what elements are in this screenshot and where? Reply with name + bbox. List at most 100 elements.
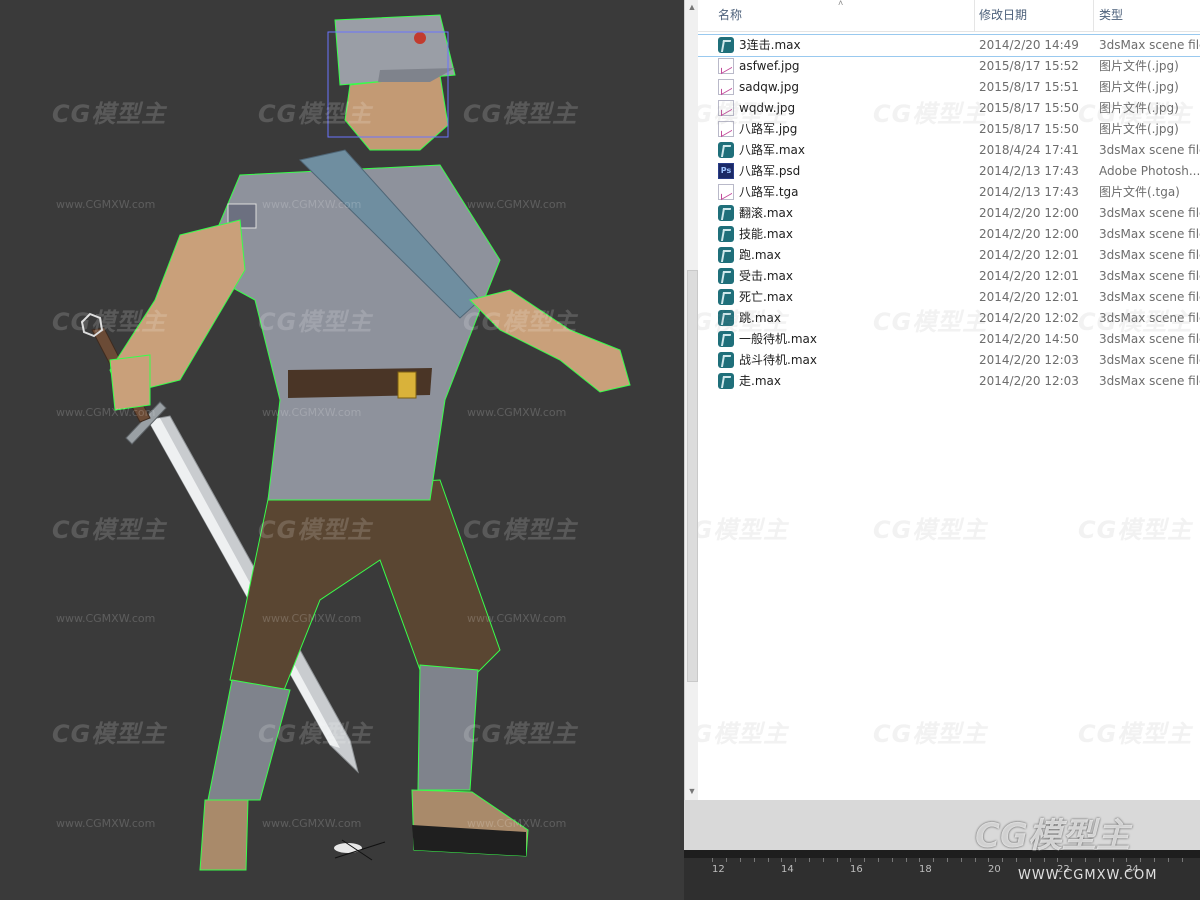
watermark-logo: CG模型主 — [258, 516, 373, 544]
file-type: 3dsMax scene file — [1099, 248, 1200, 262]
timeline-tick — [961, 858, 962, 862]
file-row[interactable]: 八路军.tga 2014/2/13 17:43 图片文件(.tga) — [698, 182, 1200, 203]
max-file-icon — [718, 247, 734, 263]
watermark-url: www.CGMXW.com — [262, 406, 362, 419]
boots — [199, 789, 529, 871]
file-row[interactable]: 3连击.max 2014/2/20 14:49 3dsMax scene file — [698, 34, 1200, 57]
watermark-logo: CG模型主 — [52, 100, 167, 128]
watermark-logo: CG模型主 — [1078, 308, 1193, 336]
watermark-logo: CG模型主 — [258, 720, 373, 748]
timeline-tick — [795, 858, 796, 862]
file-list-pane: ˄ 名称 修改日期 类型 3连击.max 2014/2/20 14:49 3dsMa… — [698, 0, 1200, 800]
file-type: 3dsMax scene file — [1099, 374, 1200, 388]
file-row[interactable]: 八路军.max 2018/4/24 17:41 3dsMax scene file — [698, 140, 1200, 161]
file-row[interactable]: asfwef.jpg 2015/8/17 15:52 图片文件(.jpg) — [698, 56, 1200, 77]
image-file-icon — [718, 184, 734, 200]
file-row[interactable]: 跑.max 2014/2/20 12:01 3dsMax scene file — [698, 245, 1200, 266]
file-date-modified: 2015/8/17 15:50 — [979, 101, 1079, 115]
max-file-icon — [718, 268, 734, 284]
timeline-tick — [1168, 858, 1169, 862]
column-name[interactable]: 名称 — [718, 0, 742, 31]
file-name: 八路军.max — [739, 143, 805, 157]
timeline-tick — [809, 858, 810, 862]
file-date-modified: 2014/2/20 12:03 — [979, 353, 1079, 367]
file-row[interactable]: 翻滚.max 2014/2/20 12:00 3dsMax scene file — [698, 203, 1200, 224]
soldier-model — [80, 14, 631, 871]
file-name: 八路军.tga — [739, 185, 799, 199]
column-header: ˄ 名称 修改日期 类型 — [698, 0, 1200, 32]
watermark-logo: CG模型主 — [52, 720, 167, 748]
file-type: 3dsMax scene file — [1099, 143, 1200, 157]
timeline-tick — [1099, 858, 1100, 862]
watermark-logo: CG模型主 — [463, 516, 578, 544]
file-date-modified: 2014/2/13 17:43 — [979, 185, 1079, 199]
file-date-modified: 2015/8/17 15:51 — [979, 80, 1079, 94]
file-row[interactable]: 走.max 2014/2/20 12:03 3dsMax scene file — [698, 371, 1200, 392]
watermark-logo: CG模型主 — [463, 308, 578, 336]
timeline-tick-label: 16 — [850, 864, 863, 875]
watermark-logo: CG模型主 — [873, 308, 988, 336]
watermark-url: www.CGMXW.com — [467, 817, 567, 830]
file-date-modified: 2018/4/24 17:41 — [979, 143, 1079, 157]
timeline-tick — [1140, 858, 1141, 862]
watermark-logo: CG模型主 — [1078, 516, 1193, 544]
timeline-tick — [1126, 858, 1127, 862]
watermark-url: www.CGMXW.com — [262, 612, 362, 625]
file-name: 翻滚.max — [739, 206, 793, 220]
file-row[interactable]: 战斗待机.max 2014/2/20 12:03 3dsMax scene file — [698, 350, 1200, 371]
watermark-url: www.CGMXW.com — [56, 406, 156, 419]
watermark-logo: CG模型主 — [52, 308, 167, 336]
watermark-logo: CG模型主 — [258, 308, 373, 336]
3d-viewport[interactable]: CG模型主 CG模型主 CG模型主 www.CGMXW.com www.CGMX… — [0, 0, 684, 900]
file-type: 3dsMax scene file — [1099, 353, 1200, 367]
watermark-logo: CG模型主 — [873, 720, 988, 748]
file-row[interactable]: 技能.max 2014/2/20 12:00 3dsMax scene file — [698, 224, 1200, 245]
timeline-tick — [712, 858, 713, 862]
file-row[interactable]: 受击.max 2014/2/20 12:01 3dsMax scene file — [698, 266, 1200, 287]
watermark-logo: CG模型主 — [873, 100, 988, 128]
file-name: 战斗待机.max — [739, 353, 817, 367]
file-date-modified: 2014/2/20 12:01 — [979, 269, 1079, 283]
file-name: 八路军.psd — [739, 164, 801, 178]
watermark-url: www.CGMXW.com — [467, 406, 567, 419]
timeline-tick — [1154, 858, 1155, 862]
max-file-icon — [718, 352, 734, 368]
file-row[interactable]: Ps 八路军.psd 2014/2/13 17:43 Adobe Photosh... — [698, 161, 1200, 182]
timeline-tick — [1030, 858, 1031, 862]
watermark-logo: CG模型主 — [873, 516, 988, 544]
file-rows: 3连击.max 2014/2/20 14:49 3dsMax scene file a… — [698, 34, 1200, 392]
watermark-logo: CG模型主 — [258, 100, 373, 128]
column-date-modified[interactable]: 修改日期 — [979, 0, 1027, 31]
timeline-tick — [1071, 858, 1072, 862]
file-type: 3dsMax scene file — [1099, 206, 1200, 220]
file-date-modified: 2014/2/20 12:01 — [979, 248, 1079, 262]
file-date-modified: 2014/2/20 14:49 — [979, 38, 1079, 52]
max-file-icon — [718, 37, 734, 53]
column-type[interactable]: 类型 — [1099, 0, 1123, 31]
timeline-tick — [947, 858, 948, 862]
file-date-modified: 2014/2/13 17:43 — [979, 164, 1079, 178]
file-name: 技能.max — [739, 227, 793, 241]
watermark-logo: CG模型主 — [52, 516, 167, 544]
watermark-logo: CG模型主 — [698, 100, 789, 128]
scrollbar-thumb[interactable] — [687, 270, 698, 682]
timeline-tick — [1057, 858, 1058, 862]
file-date-modified: 2014/2/20 12:02 — [979, 311, 1079, 325]
timeline-tick — [878, 858, 879, 862]
timeline-tick — [726, 858, 727, 862]
pivot-gizmo-icon — [334, 839, 386, 861]
file-name: 走.max — [739, 374, 781, 388]
file-type: 图片文件(.tga) — [1099, 185, 1180, 199]
timeline-tick — [754, 858, 755, 862]
timeline-tick — [933, 858, 934, 862]
timeline-tick-label: 14 — [781, 864, 794, 875]
watermark-logo: CG模型主 — [698, 720, 789, 748]
max-file-icon — [718, 373, 734, 389]
file-type: 3dsMax scene file — [1099, 269, 1200, 283]
scroll-up-icon[interactable]: ▲ — [687, 2, 697, 12]
scroll-down-icon[interactable]: ▼ — [687, 786, 697, 796]
file-date-modified: 2014/2/20 12:03 — [979, 374, 1079, 388]
watermark-url: www.CGMXW.com — [56, 612, 156, 625]
watermark-url: www.CGMXW.com — [262, 198, 362, 211]
watermark-logo: CG模型主 — [698, 308, 789, 336]
